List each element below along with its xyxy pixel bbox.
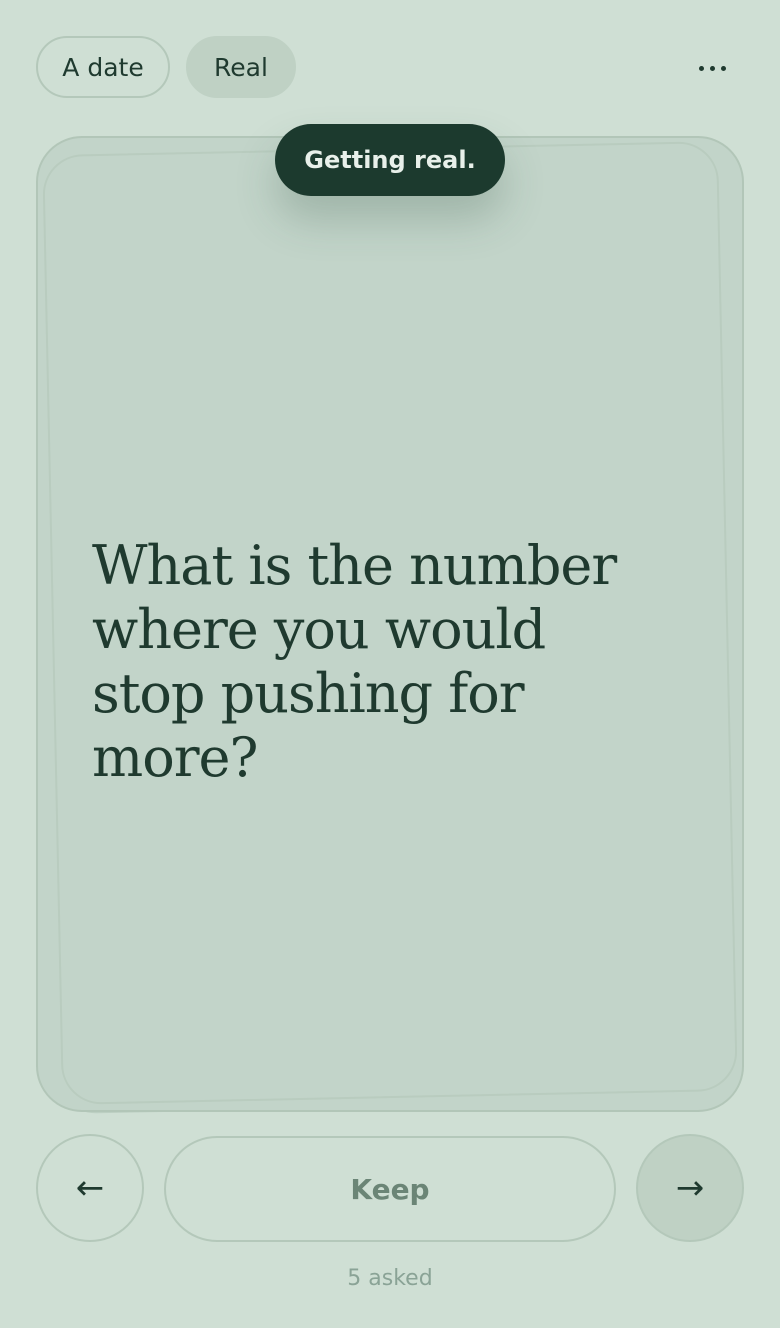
chip-real[interactable]: Real	[186, 36, 296, 98]
more-horizontal-icon	[720, 65, 726, 71]
more-horizontal-icon	[709, 65, 715, 71]
next-button[interactable]: →	[636, 1134, 744, 1242]
more-options-button[interactable]	[680, 42, 744, 94]
chip-label: A date	[62, 52, 144, 82]
keep-label: Keep	[350, 1172, 430, 1206]
previous-button[interactable]: ←	[36, 1134, 144, 1242]
chip-a-date[interactable]: A date	[36, 36, 170, 98]
more-horizontal-icon	[698, 65, 704, 71]
chip-label: Real	[214, 52, 268, 82]
question-text: What is the number where you would stop …	[92, 534, 617, 789]
top-bar: A date Real	[36, 36, 744, 98]
asked-count: 5 asked	[347, 1266, 433, 1291]
keep-button[interactable]: Keep	[164, 1136, 616, 1242]
arrow-left-icon: ←	[75, 1168, 105, 1208]
toast-message: Getting real.	[275, 124, 505, 196]
arrow-right-icon: →	[675, 1168, 705, 1208]
toast-text: Getting real.	[304, 146, 476, 174]
question-card[interactable]: What is the number where you would stop …	[36, 136, 744, 1112]
